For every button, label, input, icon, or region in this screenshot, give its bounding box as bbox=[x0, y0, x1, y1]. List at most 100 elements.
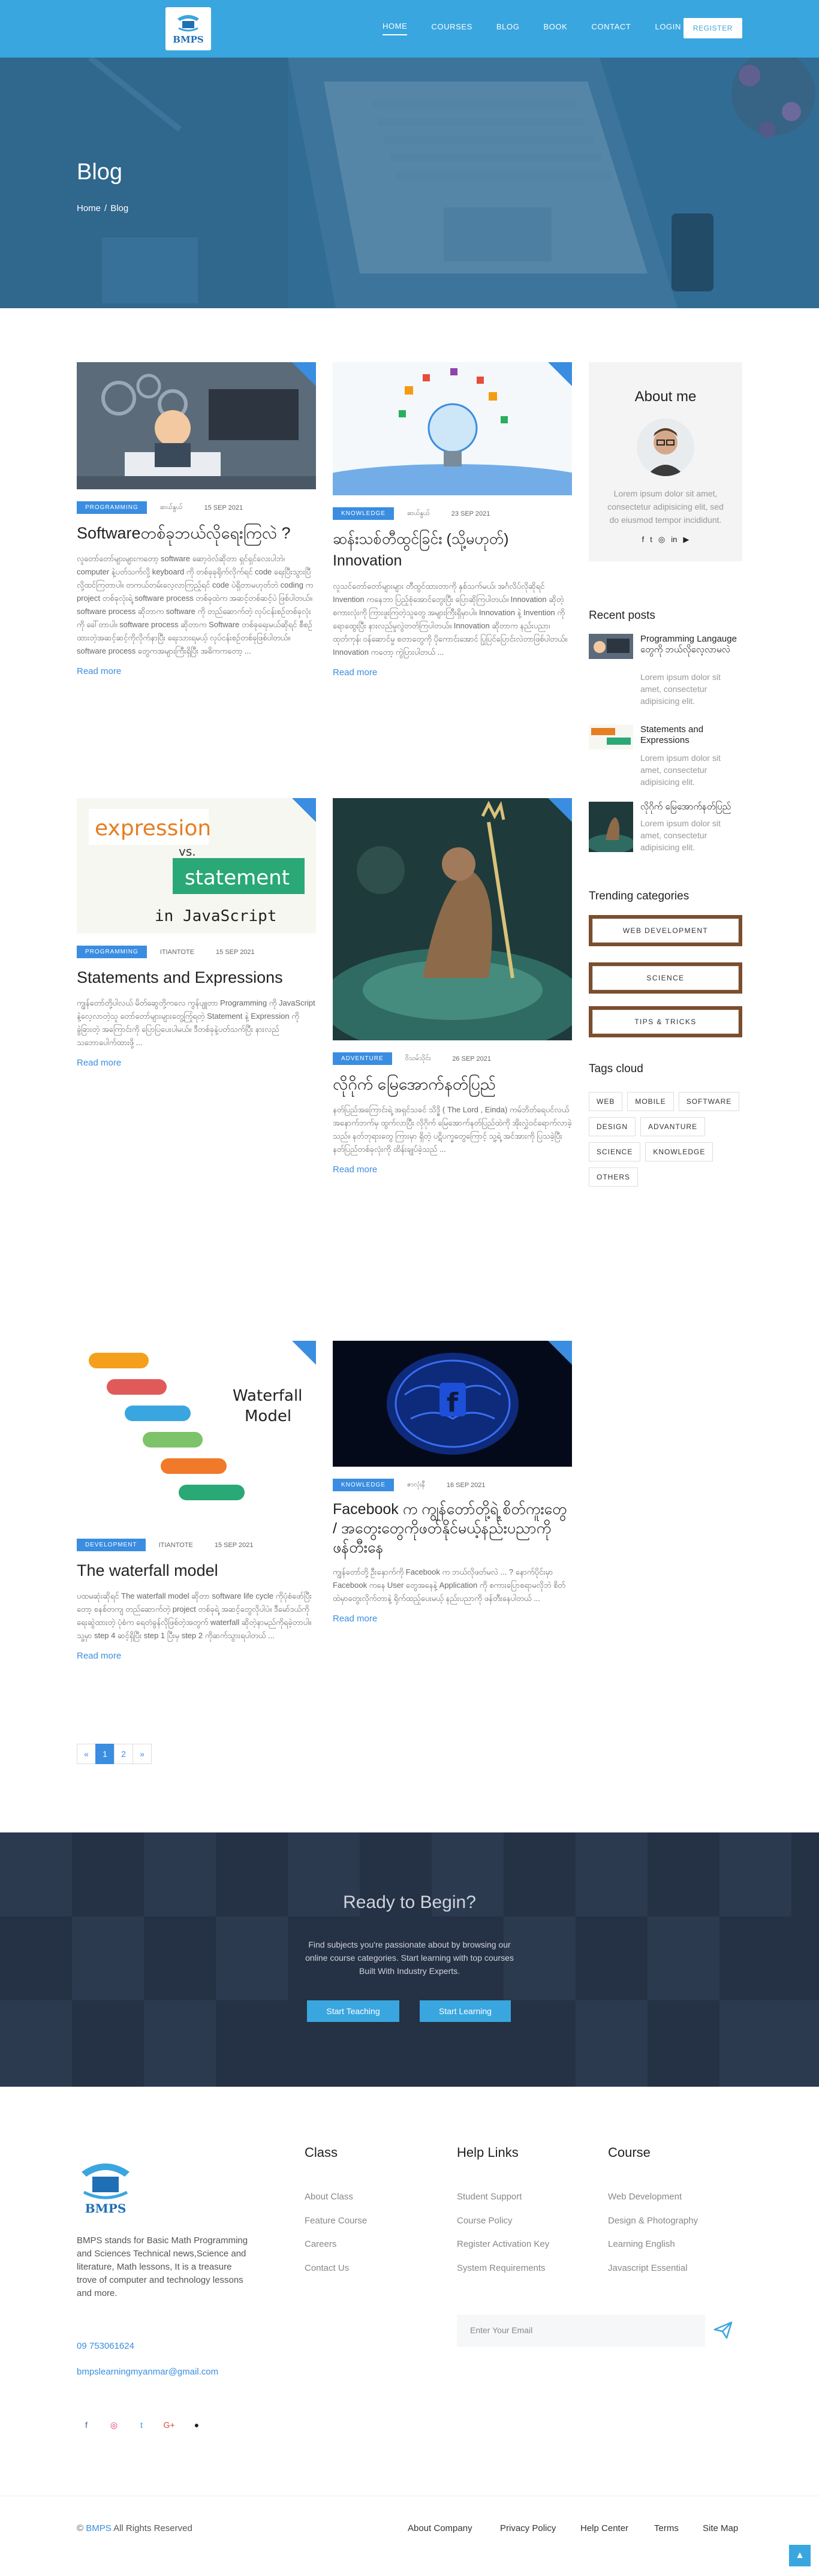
footer-link[interactable]: Student Support bbox=[457, 2192, 522, 2202]
footer-bottom-link[interactable]: Privacy Policy bbox=[500, 2523, 556, 2533]
footer-link[interactable]: Careers bbox=[305, 2239, 336, 2249]
footer-bottom-link[interactable]: Terms bbox=[654, 2523, 679, 2533]
footer-link[interactable]: Contact Us bbox=[305, 2263, 349, 2273]
tag[interactable]: MOBILE bbox=[627, 1092, 674, 1111]
twitter-icon[interactable]: t bbox=[650, 535, 652, 544]
recent-post-item[interactable]: လိုဂိုက် မြေအောက်နတ်ပြည် Lorem ipsum dol… bbox=[589, 802, 742, 874]
post-date: 15 SEP 2021 bbox=[216, 948, 255, 956]
post-category-badge[interactable]: KNOWLEDGE bbox=[333, 507, 395, 520]
recent-post-title[interactable]: Programming Langauge တွေကို ဘယ်လိုလေ့လာမ… bbox=[640, 634, 742, 655]
footer-link[interactable]: Web Development bbox=[608, 2192, 682, 2202]
footer-link[interactable]: System Requirements bbox=[457, 2263, 546, 2273]
recent-posts-heading: Recent posts bbox=[589, 609, 655, 622]
footer-link[interactable]: Feature Course bbox=[305, 2216, 367, 2226]
post-title[interactable]: Facebook က ကျွန်တော်တို့ရဲ့ စိတ်ကူးတွေ /… bbox=[333, 1500, 572, 1557]
nav-home[interactable]: HOME bbox=[383, 22, 408, 35]
read-more-link[interactable]: Read more bbox=[77, 1651, 316, 1661]
svg-text:statement: statement bbox=[185, 866, 290, 890]
arrow-up-icon[interactable]: ▲ bbox=[789, 2545, 811, 2566]
instagram-icon[interactable]: ◎ bbox=[658, 535, 665, 544]
read-more-link[interactable]: Read more bbox=[77, 1058, 316, 1068]
youtube-icon[interactable]: ▶ bbox=[683, 535, 689, 544]
trending-category-label: SCIENCE bbox=[592, 966, 739, 990]
post-category-badge[interactable]: DEVELOPMENT bbox=[77, 1539, 146, 1551]
post-title[interactable]: လိုဂိုက် မြေအောက်နတ်ပြည် bbox=[333, 1073, 572, 1095]
linkedin-icon[interactable]: in bbox=[671, 535, 677, 544]
tag[interactable]: OTHERS bbox=[589, 1167, 639, 1187]
post-meta: PROGRAMMING ITIANTOTE 15 SEP 2021 bbox=[77, 946, 316, 958]
post-corner-ribbon bbox=[548, 798, 572, 822]
pagination-page[interactable]: 2 bbox=[114, 1744, 133, 1764]
post-thumbnail[interactable] bbox=[333, 362, 572, 495]
footer-link[interactable]: Course Policy bbox=[457, 2216, 513, 2226]
nav-courses[interactable]: COURSES bbox=[431, 22, 472, 35]
tag[interactable]: ADVANTURE bbox=[640, 1117, 706, 1136]
post-title[interactable]: ဆန်းသစ်တီထွင်ခြင်း (သို့မဟုတ်) Innovatio… bbox=[333, 528, 572, 571]
footer-bottom-link[interactable]: Site Map bbox=[703, 2523, 738, 2533]
site-logo[interactable]: BMPS bbox=[165, 7, 211, 50]
github-icon[interactable]: ● bbox=[187, 2415, 206, 2434]
post-category-badge[interactable]: ADVENTURE bbox=[333, 1052, 392, 1065]
copyright-brand[interactable]: BMPS bbox=[86, 2523, 112, 2533]
trending-category[interactable]: SCIENCE bbox=[589, 962, 742, 994]
nav-book[interactable]: BOOK bbox=[543, 22, 567, 35]
breadcrumb-home[interactable]: Home bbox=[77, 203, 101, 213]
post-thumbnail[interactable]: f bbox=[333, 1341, 572, 1467]
start-learning-button[interactable]: Start Learning bbox=[420, 2000, 511, 2022]
recent-post-title[interactable]: Statements and Expressions bbox=[640, 724, 742, 746]
read-more-link[interactable]: Read more bbox=[333, 1614, 572, 1624]
start-teaching-button[interactable]: Start Teaching bbox=[307, 2000, 399, 2022]
facebook-icon[interactable]: f bbox=[642, 535, 645, 544]
pagination-page[interactable]: 1 bbox=[95, 1744, 115, 1764]
post-title[interactable]: Softwareတစ်ခုဘယ်လိုရေးကြလဲ ? bbox=[77, 522, 316, 544]
subscribe-input[interactable]: Enter Your Email bbox=[457, 2315, 705, 2347]
recent-post-item[interactable]: Programming Langauge တွေကို ဘယ်လိုလေ့လာမ… bbox=[589, 634, 742, 706]
tag[interactable]: SOFTWARE bbox=[678, 1092, 740, 1111]
instagram-icon[interactable]: ◎ bbox=[104, 2415, 124, 2434]
post-thumbnail[interactable]: expression vs. statement in JavaScript bbox=[77, 798, 316, 934]
footer-link[interactable]: Register Activation Key bbox=[457, 2239, 549, 2249]
footer-link[interactable]: Design & Photography bbox=[608, 2216, 698, 2226]
register-button[interactable]: REGISTER bbox=[683, 18, 742, 38]
post-excerpt: လူတော်တော်များများကတော့ software ဆော့ဝဲလ… bbox=[77, 554, 314, 655]
post-title[interactable]: Statements and Expressions bbox=[77, 967, 316, 988]
footer-email[interactable]: bmpslearningmyanmar@gmail.com bbox=[77, 2367, 218, 2377]
nav-login[interactable]: LOGIN bbox=[655, 22, 681, 35]
send-icon[interactable] bbox=[713, 2321, 733, 2340]
read-more-link[interactable]: Read more bbox=[77, 666, 316, 676]
post-category-badge[interactable]: KNOWLEDGE bbox=[333, 1479, 395, 1491]
footer-link[interactable]: Learning English bbox=[608, 2239, 675, 2249]
post-thumbnail[interactable] bbox=[333, 798, 572, 1040]
tag[interactable]: WEB bbox=[589, 1092, 623, 1111]
footer-link[interactable]: About Class bbox=[305, 2192, 353, 2202]
nav-contact[interactable]: CONTACT bbox=[591, 22, 631, 35]
read-more-link[interactable]: Read more bbox=[333, 667, 572, 678]
footer-bottom-link[interactable]: Help Center bbox=[580, 2523, 628, 2533]
footer-logo[interactable]: BMPS bbox=[76, 2154, 136, 2214]
twitter-icon[interactable]: t bbox=[132, 2415, 151, 2434]
post-corner-ribbon bbox=[292, 1341, 316, 1365]
pagination-prev[interactable]: « bbox=[77, 1744, 96, 1764]
read-more-link[interactable]: Read more bbox=[333, 1164, 572, 1175]
post-category-badge[interactable]: PROGRAMMING bbox=[77, 946, 147, 958]
footer-description: BMPS stands for Basic Math Programming a… bbox=[77, 2235, 248, 2298]
post-category-badge[interactable]: PROGRAMMING bbox=[77, 501, 147, 514]
facebook-icon[interactable]: f bbox=[77, 2415, 96, 2434]
recent-post-item[interactable]: Statements and Expressions Lorem ipsum d… bbox=[589, 724, 742, 796]
tag[interactable]: KNOWLEDGE bbox=[645, 1142, 713, 1161]
nav-blog[interactable]: BLOG bbox=[496, 22, 520, 35]
footer-link[interactable]: Javascript Essential bbox=[608, 2263, 688, 2273]
google-plus-icon[interactable]: G+ bbox=[159, 2415, 179, 2434]
post-thumbnail[interactable] bbox=[77, 362, 316, 489]
post-image-innovation bbox=[333, 362, 572, 495]
footer-phone[interactable]: 09 753061624 bbox=[77, 2341, 134, 2351]
footer-bottom-link[interactable]: About Company bbox=[408, 2523, 472, 2533]
pagination-next[interactable]: » bbox=[133, 1744, 152, 1764]
trending-category[interactable]: TIPS & TRICKS bbox=[589, 1006, 742, 1037]
post-title[interactable]: The waterfall model bbox=[77, 1560, 316, 1581]
post-thumbnail[interactable]: Waterfall Model bbox=[77, 1341, 316, 1527]
tag[interactable]: SCIENCE bbox=[589, 1142, 641, 1161]
tag[interactable]: DESIGN bbox=[589, 1117, 636, 1136]
recent-post-title[interactable]: လိုဂိုက် မြေအောက်နတ်ပြည် bbox=[640, 802, 742, 812]
trending-category[interactable]: WEB DEVELOPMENT bbox=[589, 915, 742, 946]
